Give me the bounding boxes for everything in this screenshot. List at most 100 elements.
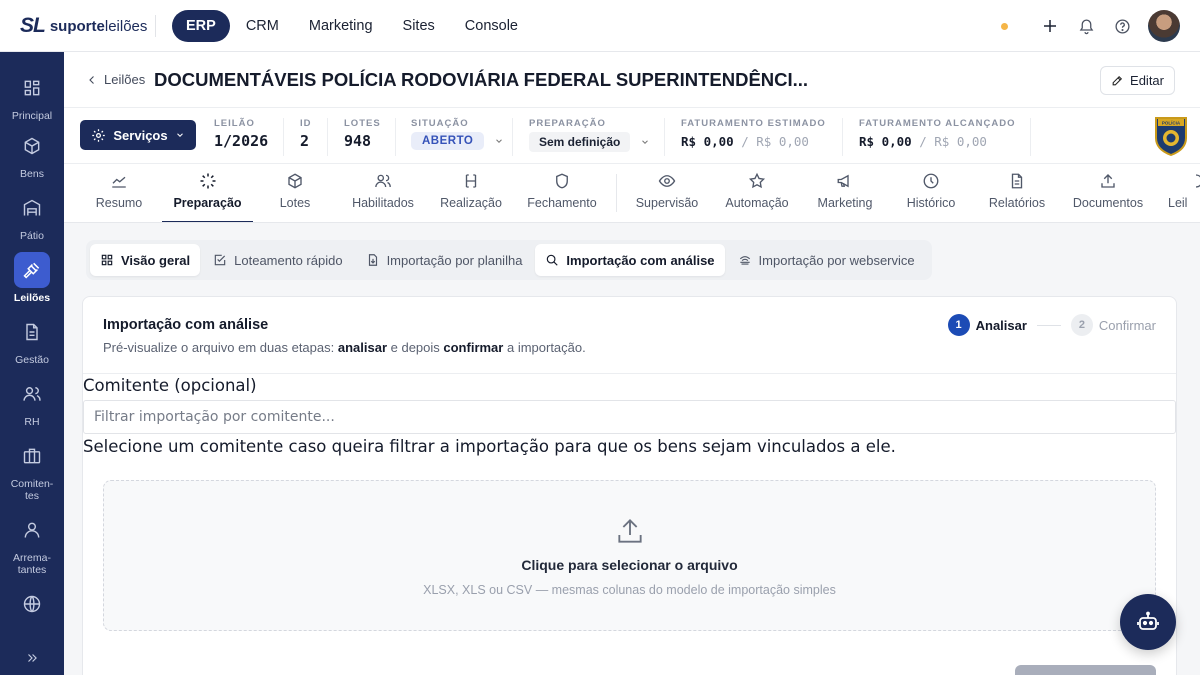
star-icon: [718, 172, 796, 192]
subtab-importacao-analise[interactable]: Importação com análise: [535, 244, 725, 276]
field-label: ID: [300, 118, 312, 129]
field-label: SITUAÇÃO: [411, 118, 469, 129]
box-icon: [14, 128, 50, 164]
services-dropdown[interactable]: Serviços: [80, 120, 196, 150]
card-header: Importação com análise Pré-visualize o a…: [83, 297, 1176, 374]
field-value: R$ 0,00 / R$ 0,00: [859, 134, 987, 149]
eye-icon: [630, 172, 704, 192]
divider: [1030, 118, 1031, 156]
topnav-crm[interactable]: CRM: [232, 10, 293, 42]
search-icon: [547, 254, 559, 266]
module-tabs: Resumo Preparação Lotes Habilitados Real…: [64, 164, 1200, 223]
plus-icon[interactable]: [1034, 10, 1066, 42]
status-dot: [1001, 22, 1008, 30]
sidebar-item-sites[interactable]: [0, 586, 64, 626]
services-label: Serviços: [113, 127, 168, 143]
dropzone-title: Clique para selecionar o arquivo: [521, 557, 738, 573]
tab-resumo[interactable]: Resumo: [84, 164, 154, 222]
field-value: R$ 0,00 / R$ 0,00: [681, 134, 809, 149]
sidebar-item-bens[interactable]: Bens: [0, 128, 64, 180]
sidebar-item-leiloes[interactable]: Leilões: [0, 252, 64, 304]
file-dropzone[interactable]: Clique para selecionar o arquivo XLSX, X…: [103, 480, 1156, 631]
sidebar-item-comitentes[interactable]: Comiten-tes: [0, 438, 64, 502]
sidebar-item-gestao[interactable]: Gestão: [0, 314, 64, 366]
file-import-icon: [368, 254, 377, 266]
edit-button[interactable]: Editar: [1100, 66, 1175, 95]
status-badge: ABERTO: [411, 132, 485, 150]
divider: [283, 118, 284, 156]
sidebar-item-principal[interactable]: Principal: [0, 70, 64, 122]
field-label: LEILÃO: [214, 118, 255, 129]
divider: [155, 15, 156, 37]
subtab-importacao-planilha[interactable]: Importação por planilha: [356, 244, 533, 276]
sidebar-item-rh[interactable]: RH: [0, 376, 64, 428]
tab-documentos[interactable]: Documentos: [1066, 164, 1150, 222]
subtab-visao-geral[interactable]: Visão geral: [90, 244, 201, 276]
bell-icon[interactable]: [1070, 10, 1102, 42]
sidebar: Principal Bens Pátio Leilões Gestão RH C…: [0, 52, 64, 675]
divider: [512, 118, 513, 156]
chevron-down-icon: [642, 140, 649, 144]
tab-realizacao[interactable]: Realização: [434, 164, 508, 222]
grid-icon: [14, 70, 50, 106]
megaphone-icon: [810, 172, 880, 192]
select-value: Sem definição: [529, 132, 631, 152]
tab-preparacao[interactable]: Preparação: [162, 164, 253, 222]
upload-icon: [614, 515, 646, 547]
assistant-bot-button[interactable]: [1120, 594, 1176, 650]
tab-relatorios[interactable]: Relatórios: [982, 164, 1052, 222]
analyze-button[interactable]: [1015, 665, 1156, 675]
preparacao-select[interactable]: Sem definição: [529, 132, 650, 152]
brand-logo[interactable]: SL suporteleilões: [20, 14, 147, 38]
tab-habilitados[interactable]: Habilitados: [342, 164, 424, 222]
field-value: 1/2026: [214, 132, 269, 150]
sidebar-label: RH: [24, 416, 40, 428]
back-link[interactable]: Leilões: [86, 72, 145, 87]
list-icon: [1171, 172, 1200, 192]
page-header: Leilões DOCUMENTÁVEIS POLÍCIA RODOVIÁRIA…: [64, 52, 1200, 107]
auction-info-bar: Serviços LEILÃO 1/2026 ID 2 LOTES 948 SI…: [64, 107, 1200, 164]
subtab-loteamento-rapido[interactable]: Loteamento rápido: [203, 244, 352, 276]
tab-fechamento[interactable]: Fechamento: [522, 164, 602, 222]
topnav-sites[interactable]: Sites: [389, 10, 449, 42]
divider: [616, 174, 617, 212]
logo-mark: SL: [20, 14, 46, 37]
field-id: ID 2: [300, 118, 312, 150]
sidebar-collapse[interactable]: [0, 640, 64, 675]
sidebar-item-patio[interactable]: Pátio: [0, 190, 64, 242]
edit-icon: [1112, 75, 1123, 86]
tab-leil[interactable]: Leil: [1168, 164, 1200, 222]
upload-icon: [1066, 172, 1150, 192]
globe-icon: [14, 586, 50, 622]
comitente-filter-input[interactable]: [83, 400, 1176, 434]
tab-historico[interactable]: Histórico: [896, 164, 966, 222]
chevron-left-icon: [89, 75, 94, 84]
topnav-marketing[interactable]: Marketing: [295, 10, 387, 42]
card-description: Pré-visualize o arquivo em duas etapas: …: [103, 340, 586, 355]
situacao-select[interactable]: ABERTO: [411, 132, 504, 150]
sidebar-item-arrematantes[interactable]: Arrema-tantes: [0, 512, 64, 576]
box-icon: [262, 172, 328, 192]
clock-icon: [896, 172, 966, 192]
loader-icon: [162, 172, 253, 192]
svg-text:POLÍCIA: POLÍCIA: [1162, 119, 1181, 126]
help-icon[interactable]: [1106, 10, 1138, 42]
sidebar-label: Arrema-tantes: [13, 552, 51, 576]
gavel-icon: [14, 252, 50, 288]
avatar[interactable]: [1148, 10, 1180, 42]
topnav-erp[interactable]: ERP: [172, 10, 230, 42]
tab-marketing[interactable]: Marketing: [810, 164, 880, 222]
comitente-help-text: Selecione um comitente caso queira filtr…: [83, 437, 896, 456]
divider: [395, 118, 396, 156]
tab-lotes[interactable]: Lotes: [262, 164, 328, 222]
tab-automacao[interactable]: Automação: [718, 164, 796, 222]
subtab-importacao-webservice[interactable]: Importação por webservice: [728, 244, 925, 276]
divider: [664, 118, 665, 156]
step-label-confirmar: Confirmar: [1098, 317, 1156, 333]
step-number: 1: [947, 314, 970, 336]
page-title: DOCUMENTÁVEIS POLÍCIA RODOVIÁRIA FEDERAL…: [154, 69, 809, 90]
topnav-console[interactable]: Console: [451, 10, 532, 42]
field-value: 948: [344, 132, 372, 150]
field-label: PREPARAÇÃO: [529, 118, 606, 129]
tab-supervisao[interactable]: Supervisão: [630, 164, 704, 222]
